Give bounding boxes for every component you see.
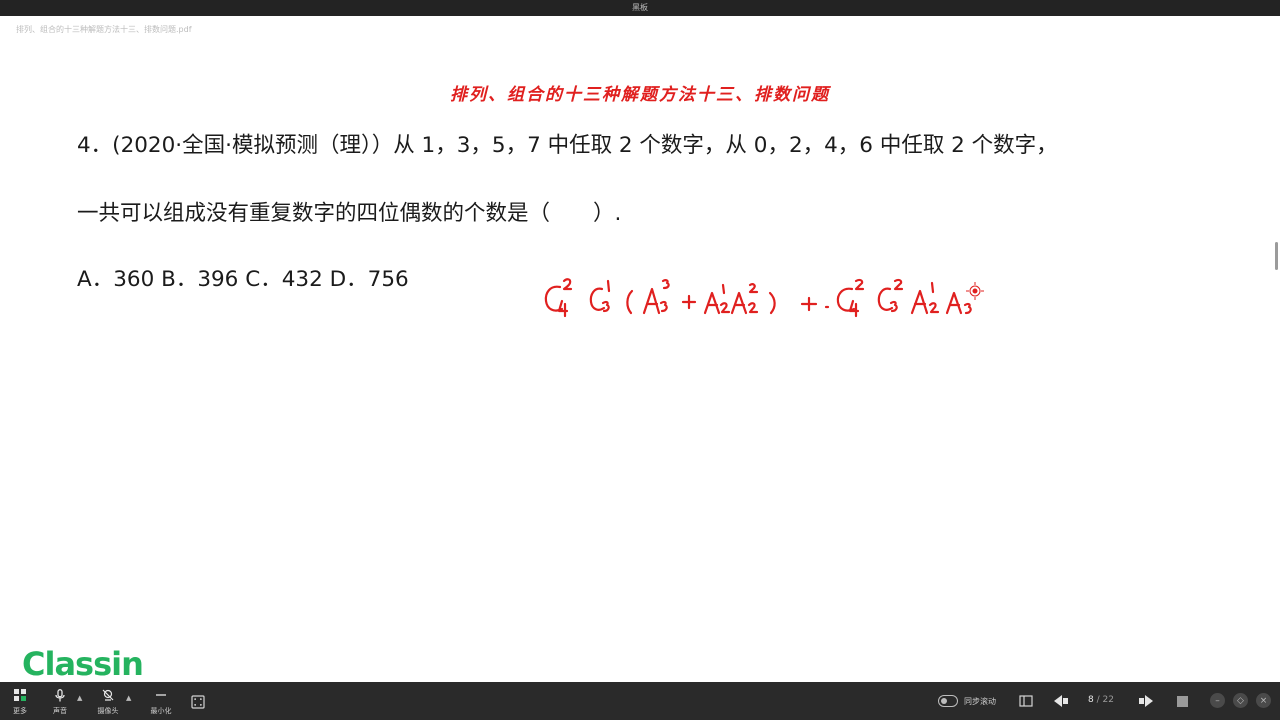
answer-options: A．360 B．396 C．432 D．756 [77,267,409,292]
camera-label: 摄像头 [97,707,119,715]
minimize-icon [154,688,168,702]
sync-scroll-toggle[interactable]: 同步滚动 [938,695,996,707]
window-close-icon[interactable]: × [1256,693,1271,708]
window-titlebar: 黑板 [0,0,1280,16]
toggle-switch-icon [938,695,958,707]
fullscreen-icon[interactable] [1174,693,1190,709]
camera-icon [101,688,115,702]
total-pages: 22 [1102,695,1114,705]
bottom-toolbar: 更多 声音 ▲ 摄像头 ▲ 最小化 同步滚动 8 / 22 – ◇ × [0,682,1280,720]
page-title: 排列、组合的十三种解题方法十三、排数问题 [450,85,830,105]
microphone-icon [53,688,67,702]
minimize-label: 最小化 [150,707,172,715]
sound-button[interactable]: 声音 [43,688,77,716]
fit-screen-icon[interactable] [190,694,206,710]
prev-page-icon[interactable] [1053,693,1069,709]
sync-scroll-label: 同步滚动 [964,696,996,706]
sound-options-caret[interactable]: ▲ [77,694,82,702]
window-title: 黑板 [632,3,648,12]
question-line-1: 4．(2020·全国·模拟预测（理））从 1，3，5，7 中任取 2 个数字，从… [77,133,1058,158]
minimize-button[interactable]: 最小化 [144,688,178,716]
next-page-icon[interactable] [1138,693,1154,709]
blackboard-canvas[interactable]: 排列、组合的十三种解题方法十三、排数问题.pdf 排列、组合的十三种解题方法十三… [0,16,1280,682]
more-label: 更多 [13,707,27,715]
question-line-2: 一共可以组成没有重复数字的四位偶数的个数是（ ）. [77,201,622,226]
window-minimize-icon[interactable]: – [1210,693,1225,708]
more-button[interactable]: 更多 [3,688,37,716]
vertical-scrollbar[interactable] [1275,242,1278,270]
handwritten-formula [544,278,984,318]
document-tab[interactable]: 排列、组合的十三种解题方法十三、排数问题.pdf [16,24,192,35]
page-indicator: 8 / 22 [1088,695,1114,705]
window-restore-icon[interactable]: ◇ [1233,693,1248,708]
sound-label: 声音 [53,707,67,715]
grid-icon [13,688,27,702]
classin-logo: Classin [22,645,144,683]
camera-options-caret[interactable]: ▲ [126,694,131,702]
camera-button[interactable]: 摄像头 [91,688,125,716]
page-separator: / [1093,695,1103,705]
panel-icon[interactable] [1018,693,1034,709]
